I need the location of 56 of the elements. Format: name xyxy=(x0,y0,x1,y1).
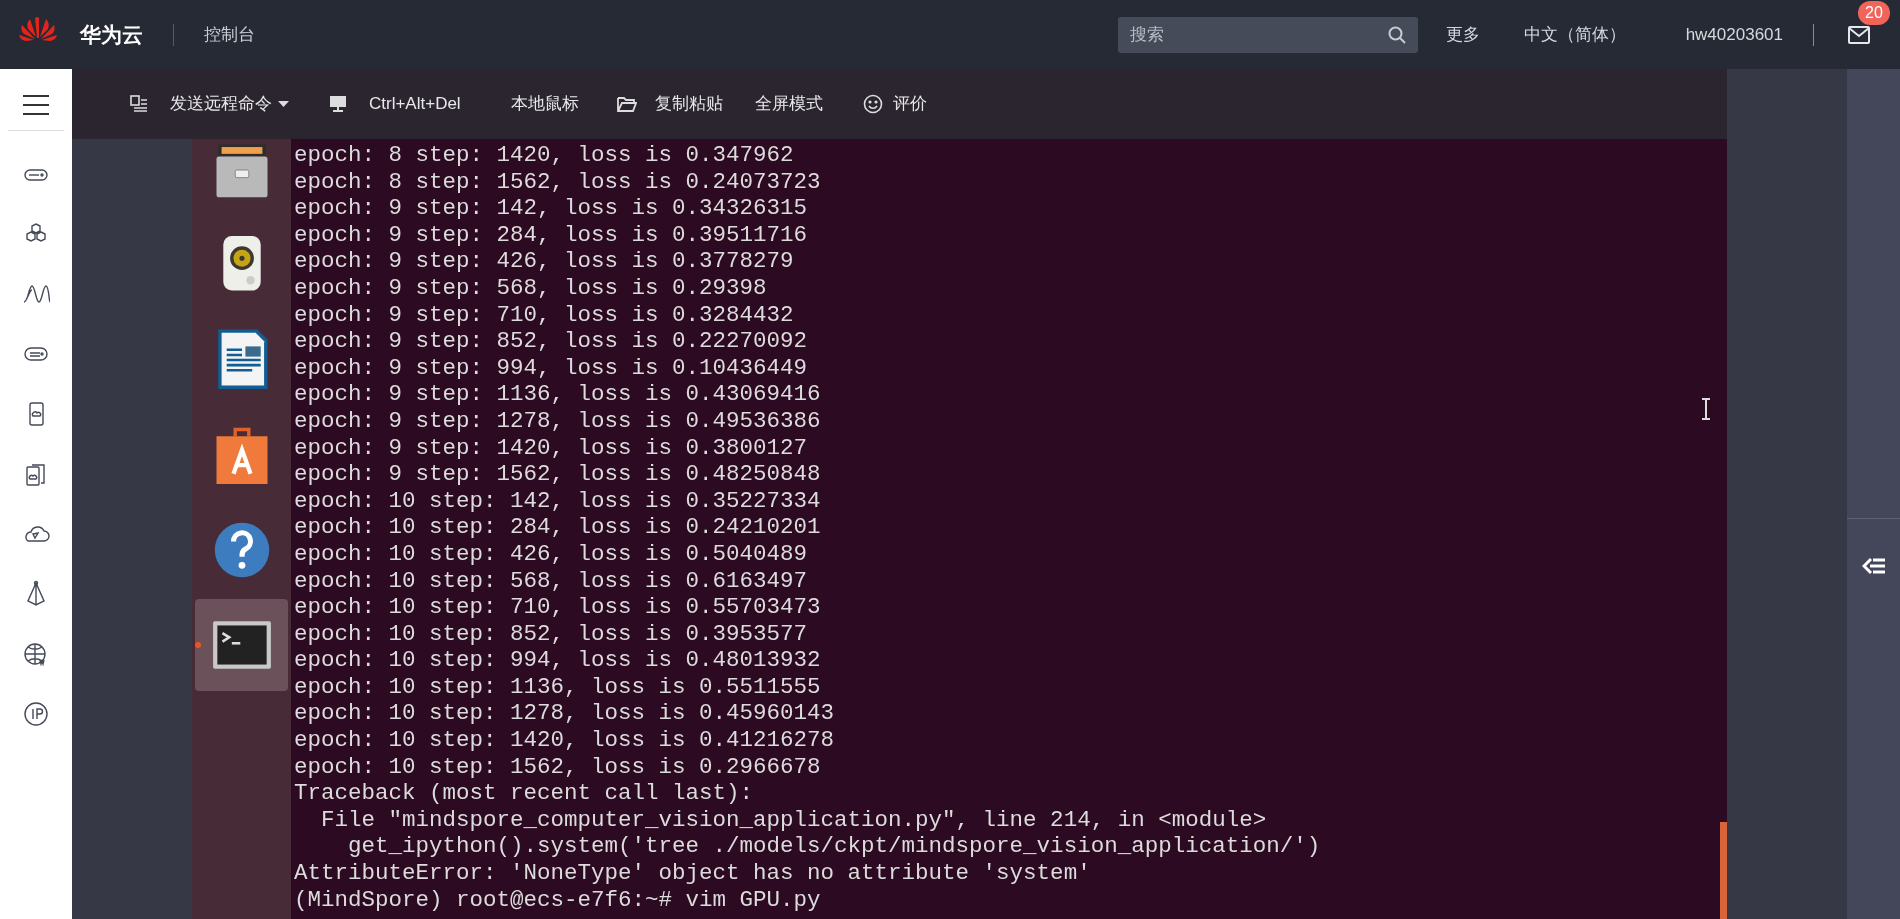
terminal-line: epoch: 10 step: 994, loss is 0.48013932 xyxy=(294,647,821,674)
terminal-line: epoch: 10 step: 142, loss is 0.35227334 xyxy=(294,487,821,515)
terminal-line: epoch: 10 step: 1136, loss is 0.5511555 xyxy=(294,673,821,701)
terminal-line: epoch: 10 step: 568, loss is 0.6163497 xyxy=(294,567,808,595)
terminal-line: epoch: 10 step: 426, loss is 0.5040489 xyxy=(294,540,808,568)
terminal-line: AttributeError: 'NoneType' object has no attribute 'system' xyxy=(294,860,1091,887)
nav-link[interactable]: 中文（简体） xyxy=(1523,21,1626,48)
toolbar-button[interactable]: 复制粘贴 xyxy=(654,91,723,117)
terminal-line: epoch: 9 step: 426, loss is 0.3778279 xyxy=(294,248,794,275)
terminal-line: epoch: 9 step: 142, loss is 0.34326315 xyxy=(294,195,808,222)
terminal-line: get_ipython().system('tree ./models/ckpt/mindspore_vision_application/') xyxy=(347,833,1321,861)
terminal-line: epoch: 10 step: 710, loss is 0.55703473 xyxy=(294,594,821,621)
terminal-line: epoch: 10 step: 1562, loss is 0.2966678 xyxy=(294,753,821,781)
terminal-line: epoch: 10 step: 1278, loss is 0.45960143 xyxy=(294,700,835,728)
terminal-line: epoch: 10 step: 852, loss is 0.3953577 xyxy=(294,620,808,648)
brand-name[interactable]: 华为云 xyxy=(80,18,143,51)
text-cursor-icon xyxy=(1701,398,1711,420)
terminal-line: epoch: 9 step: 710, loss is 0.3284432 xyxy=(294,301,794,329)
terminal-line: epoch: 10 step: 284, loss is 0.24210201 xyxy=(294,514,821,541)
terminal-line: epoch: 9 step: 284, loss is 0.39511716 xyxy=(294,221,808,249)
search-bar[interactable]: 搜索 xyxy=(1117,16,1418,53)
console-link[interactable]: 控制台 xyxy=(204,21,255,48)
terminal-line: epoch: 9 step: 1136, loss is 0.43069416 xyxy=(294,381,821,408)
toolbar-button[interactable]: 本地鼠标 xyxy=(510,91,579,117)
terminal-line: epoch: 8 step: 1562, loss is 0.24073723 xyxy=(294,168,821,196)
active-app-highlight[interactable] xyxy=(195,598,288,691)
mail-icon[interactable] xyxy=(1848,25,1870,44)
scrollbar[interactable] xyxy=(1720,822,1727,919)
collapse-arrow-icon[interactable] xyxy=(1862,557,1886,575)
monitor-icon[interactable] xyxy=(329,95,347,113)
ip-icon[interactable] xyxy=(22,700,50,728)
terminal-line: epoch: 9 step: 568, loss is 0.29398 xyxy=(294,274,767,302)
terminal-line: epoch: 9 step: 1278, loss is 0.49536386 xyxy=(294,407,821,435)
folder-icon[interactable] xyxy=(616,95,637,113)
smiley-icon[interactable] xyxy=(862,94,883,114)
terminal-line: epoch: 10 step: 1420, loss is 0.41216278 xyxy=(294,727,835,754)
terminal-line: epoch: 9 step: 1420, loss is 0.3800127 xyxy=(294,434,808,462)
terminal-line: Traceback (most recent call last): xyxy=(294,780,754,807)
terminal-line: epoch: 8 step: 1420, loss is 0.347962 xyxy=(294,142,794,169)
terminal-line: epoch: 9 step: 852, loss is 0.22270092 xyxy=(294,328,808,355)
search-field[interactable]: 搜索 xyxy=(1129,21,1388,48)
terminal-line: epoch: 9 step: 994, loss is 0.10436449 xyxy=(294,354,808,382)
username-link[interactable]: hw40203601 xyxy=(1685,21,1783,48)
dropdown-button[interactable]: 发送远程命令 xyxy=(170,91,289,117)
search-icon[interactable] xyxy=(1387,25,1406,44)
terminal-line: File "mindspore_computer_vision_application.py", line 214, in <module> xyxy=(320,806,1267,834)
terminal-line: epoch: 9 step: 1562, loss is 0.48250848 xyxy=(294,461,821,488)
toolbar-button[interactable]: 评价 xyxy=(892,91,927,117)
caret-icon xyxy=(278,101,289,107)
command-list-icon[interactable] xyxy=(130,95,148,113)
toolbar-button[interactable]: 全屏模式 xyxy=(754,91,823,117)
terminal-line: (MindSpore) root@ecs-e7f6:~# vim GPU.py xyxy=(294,886,821,914)
menu-icon[interactable] xyxy=(23,94,49,116)
toolbar-button[interactable]: Ctrl+Alt+Del xyxy=(369,91,461,117)
notification-badge: 20 xyxy=(1858,0,1890,25)
nav-link[interactable]: 更多 xyxy=(1445,21,1480,48)
